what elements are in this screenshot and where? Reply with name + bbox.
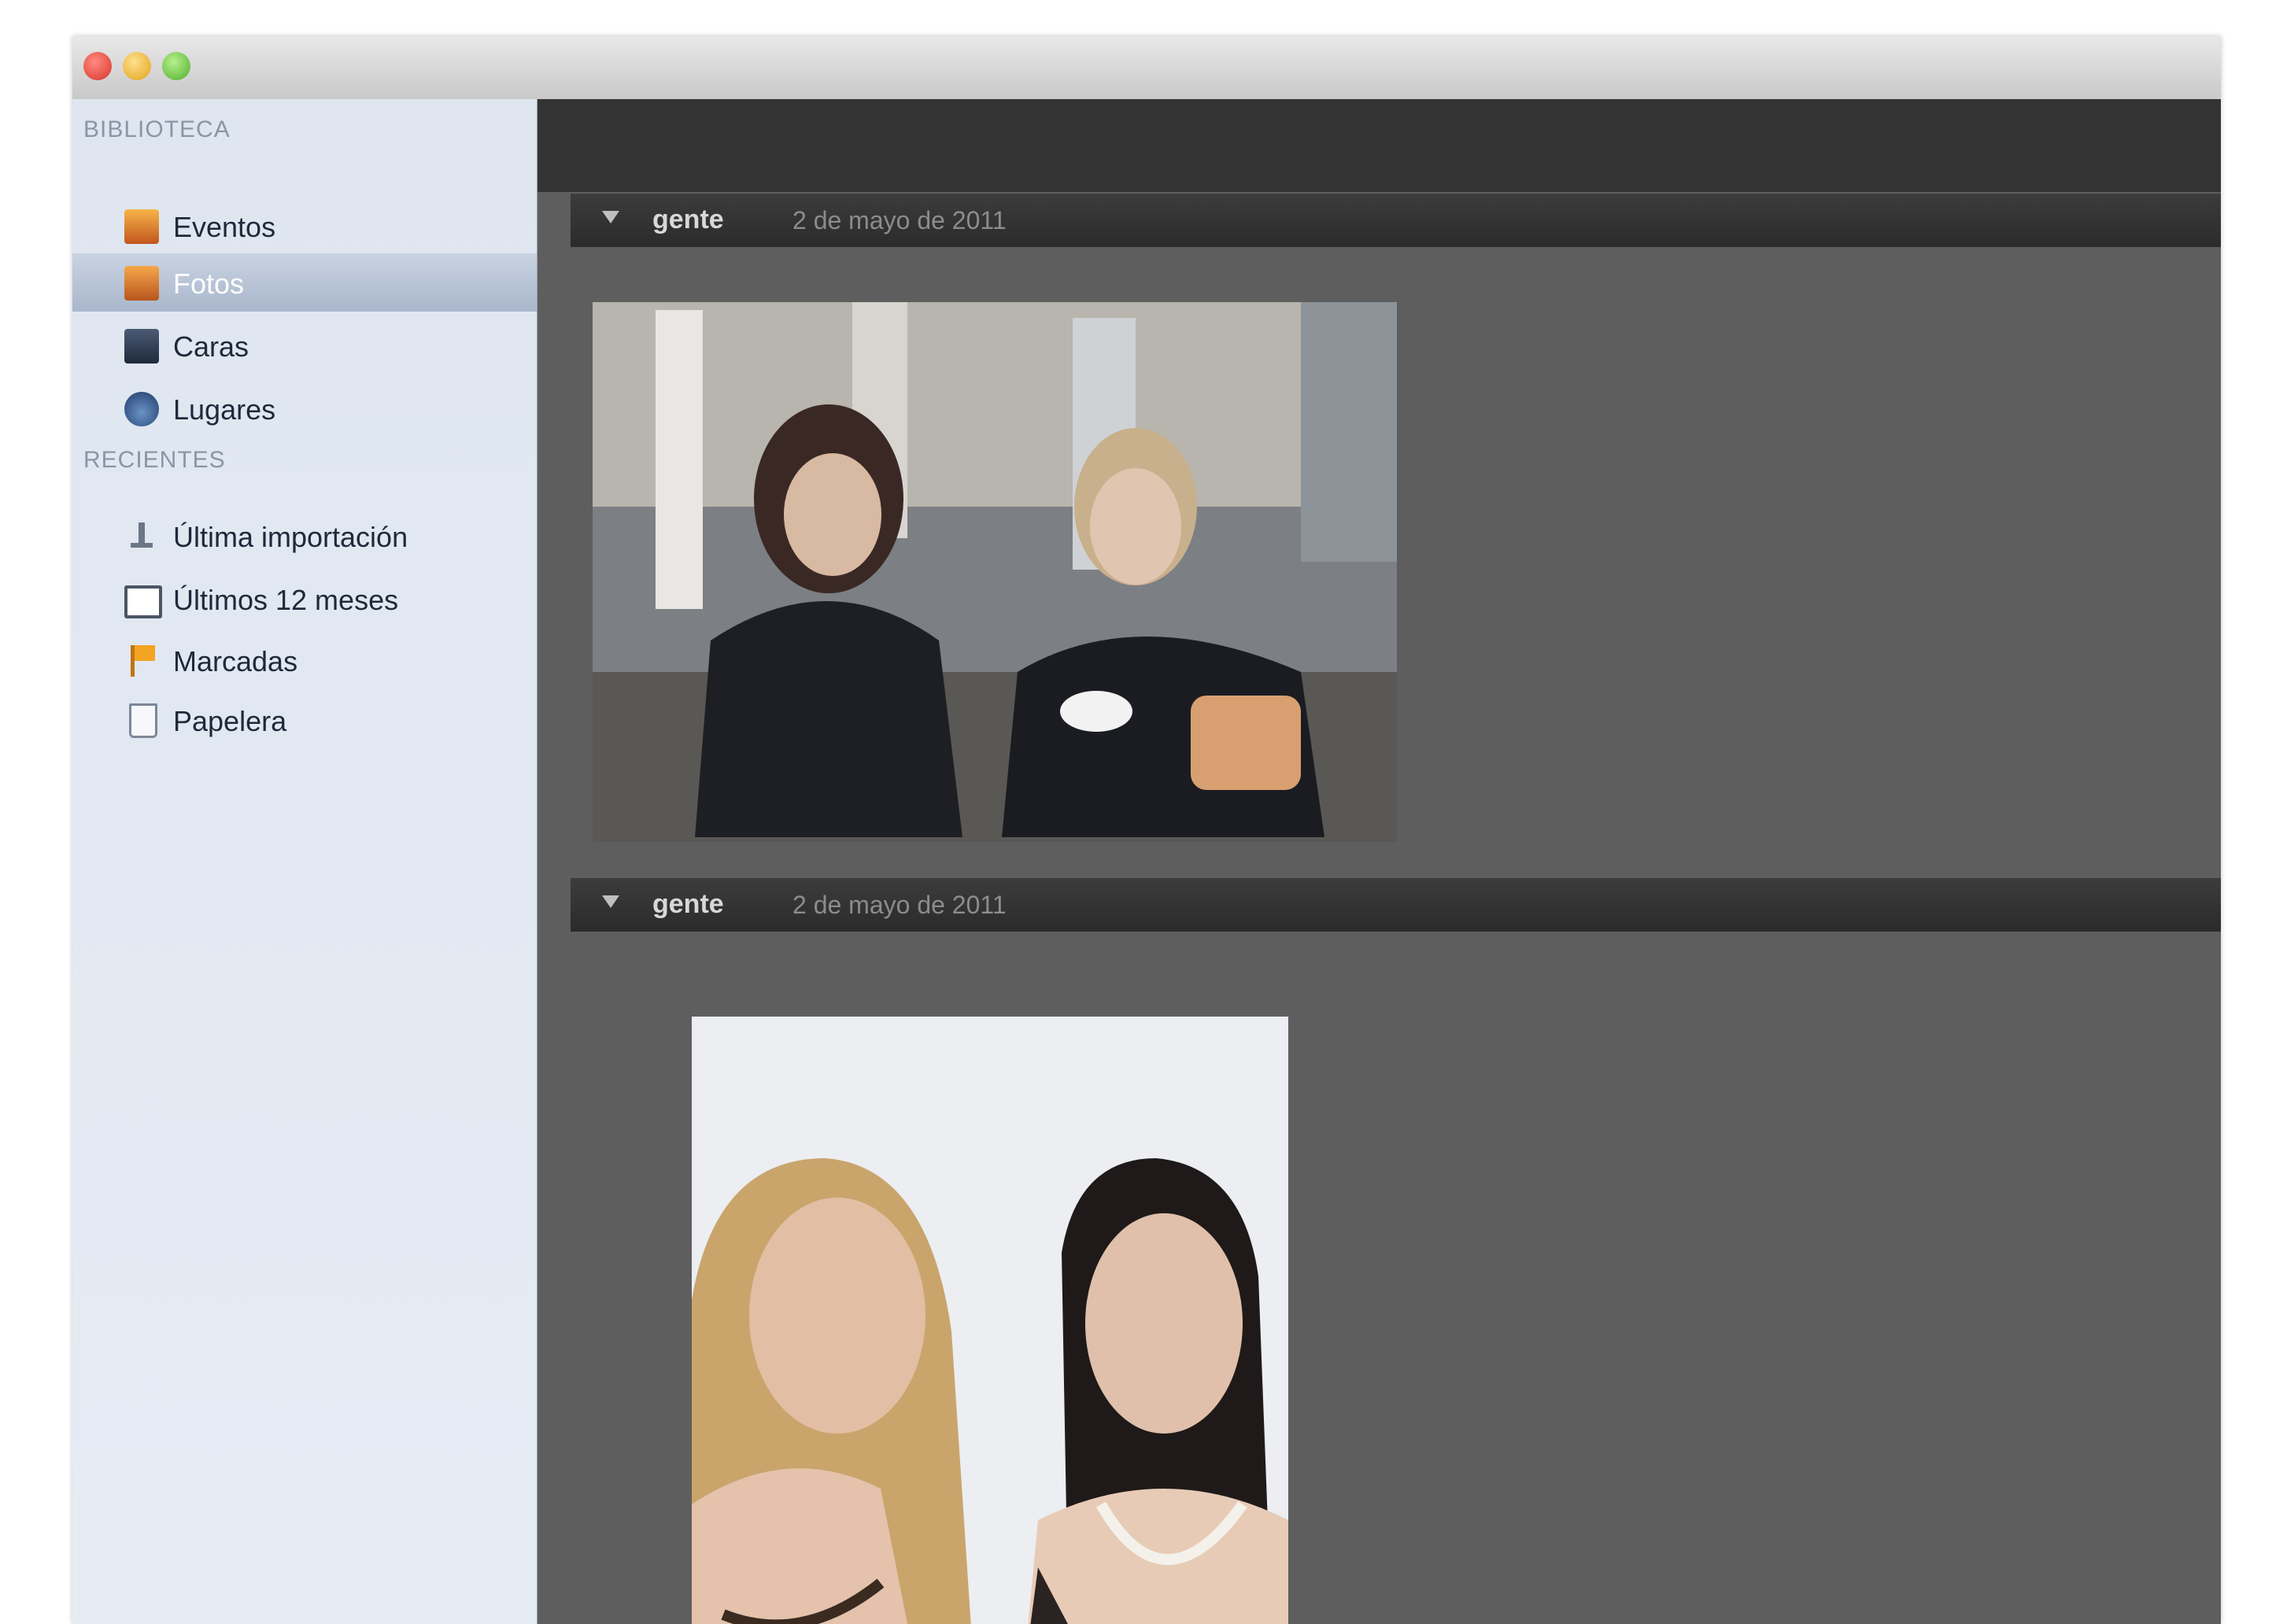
- sidebar-item-photos[interactable]: Fotos: [72, 253, 537, 312]
- last-import-icon: [124, 519, 159, 554]
- event-name: gente: [652, 889, 724, 919]
- close-window-button[interactable]: [83, 52, 112, 80]
- recent-section-header: RECIENTES: [83, 447, 226, 473]
- iphoto-window: BIBLIOTECA Eventos Fotos Caras Lugares R…: [72, 36, 2221, 1624]
- photos-icon: [124, 266, 159, 301]
- flag-icon: [124, 644, 159, 678]
- sidebar-item-last-12-months[interactable]: Últimos 12 meses: [72, 570, 537, 628]
- event-header[interactable]: gente 2 de mayo de 2011: [571, 878, 2221, 932]
- two-women-cafe-photo: [593, 302, 1397, 842]
- places-icon: [124, 392, 159, 426]
- faces-icon: [124, 329, 159, 364]
- zoom-window-button[interactable]: [162, 52, 190, 80]
- sidebar-item-label: Fotos: [173, 268, 245, 300]
- sidebar-item-label: Lugares: [173, 393, 276, 426]
- photo-thumbnail[interactable]: [593, 302, 1397, 842]
- sidebar-item-label: Caras: [173, 330, 249, 363]
- title-bar[interactable]: [72, 36, 2221, 100]
- two-women-portrait-photo: [692, 1017, 1288, 1624]
- source-list-sidebar: BIBLIOTECA Eventos Fotos Caras Lugares R…: [72, 99, 538, 1624]
- sidebar-item-label: Última importación: [173, 521, 408, 553]
- calendar-icon: [124, 585, 162, 618]
- sidebar-item-trash[interactable]: Papelera: [72, 691, 537, 749]
- sidebar-item-faces[interactable]: Caras: [72, 316, 537, 375]
- photo-thumbnail[interactable]: [692, 1017, 1288, 1624]
- events-icon: [124, 209, 159, 244]
- disclosure-triangle-icon[interactable]: [602, 211, 619, 223]
- sidebar-item-places[interactable]: Lugares: [72, 379, 537, 437]
- event-date: 2 de mayo de 2011: [792, 891, 1007, 919]
- event-date: 2 de mayo de 2011: [792, 206, 1007, 234]
- sidebar-item-label: Papelera: [173, 705, 287, 737]
- sidebar-item-label: Eventos: [173, 211, 276, 243]
- event-header[interactable]: gente 2 de mayo de 2011: [571, 194, 2221, 247]
- photo-browser: gente 2 de mayo de 2011 gente 2 de mayo …: [538, 99, 2221, 1624]
- disclosure-triangle-icon[interactable]: [602, 895, 619, 908]
- event-name: gente: [652, 205, 724, 234]
- sidebar-item-label: Marcadas: [173, 645, 298, 677]
- minimize-window-button[interactable]: [123, 52, 151, 80]
- sidebar-item-last-import[interactable]: Última importación: [72, 507, 537, 565]
- sidebar-item-flagged[interactable]: Marcadas: [72, 631, 537, 689]
- content-header-strip: [538, 99, 2221, 192]
- sidebar-item-events[interactable]: Eventos: [72, 197, 537, 255]
- sidebar-item-label: Últimos 12 meses: [173, 584, 399, 616]
- library-section-header: BIBLIOTECA: [83, 116, 231, 142]
- trash-icon: [129, 703, 157, 738]
